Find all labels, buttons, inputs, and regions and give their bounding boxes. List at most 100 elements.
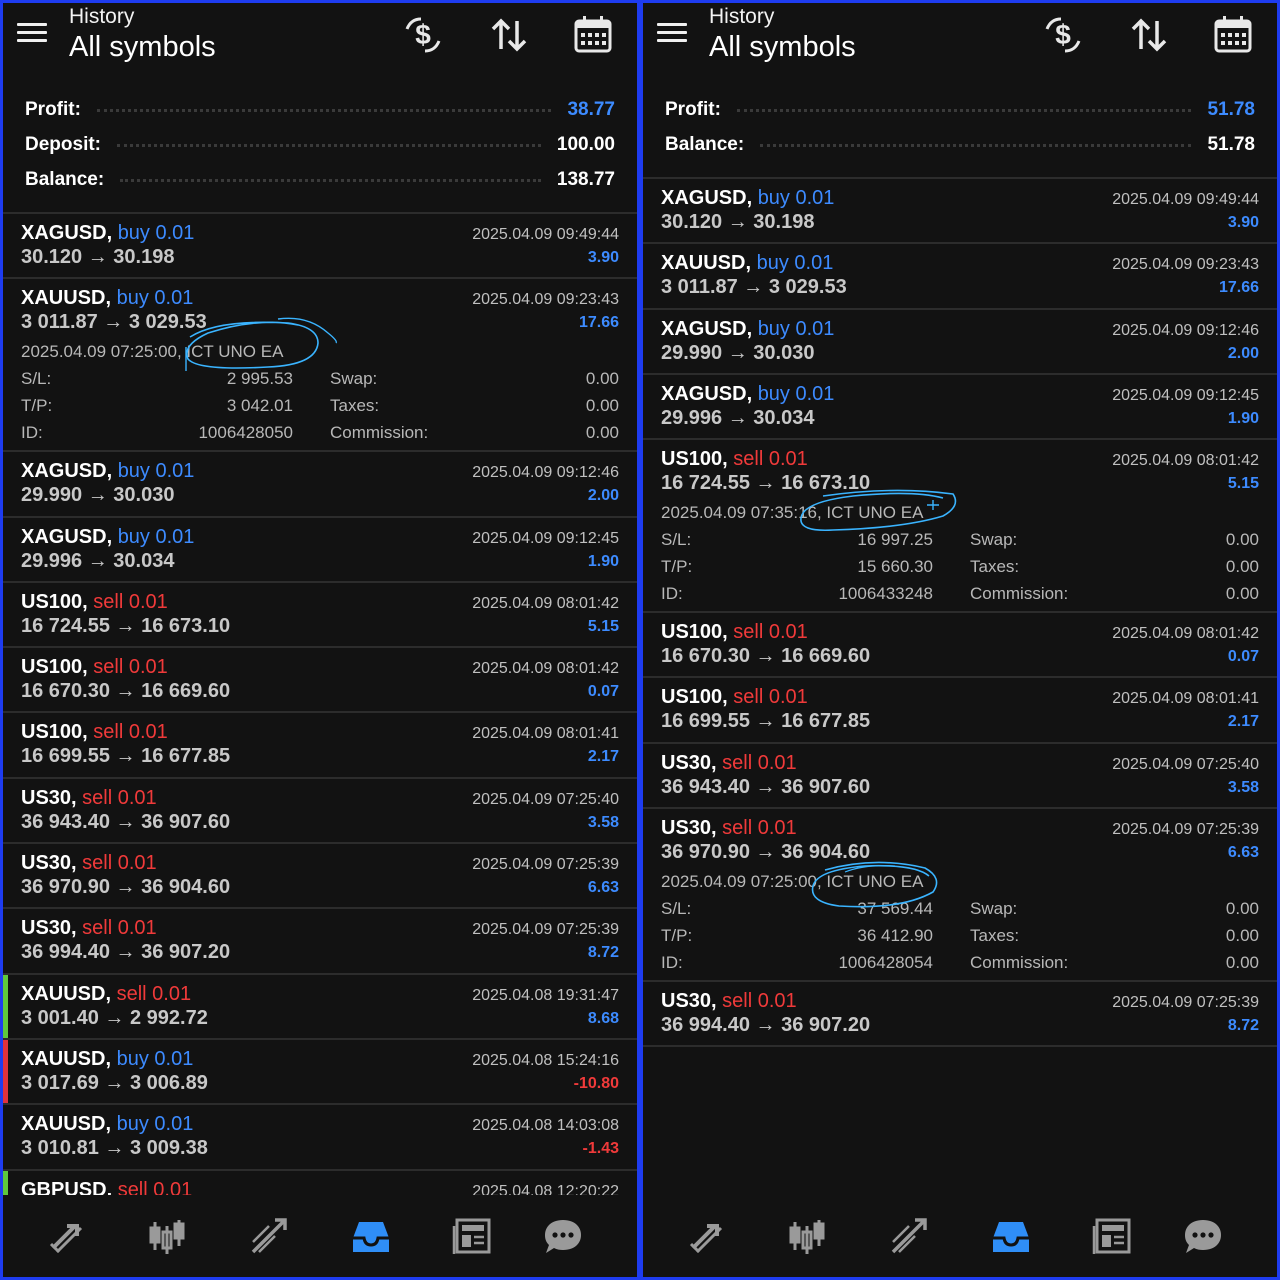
- trade-row[interactable]: US30, sell 0.01 36 994.40 → 36 907.20 2025…: [3, 909, 637, 975]
- history-icon[interactable]: [989, 1214, 1033, 1258]
- page-title[interactable]: All symbols: [709, 31, 856, 64]
- trade-symbol: XAGUSD,: [661, 317, 753, 340]
- menu-icon[interactable]: [17, 19, 53, 51]
- trade-row[interactable]: US30, sell 0.01 36 970.90 → 36 904.60 2025…: [643, 809, 1277, 983]
- trade-prices: 3 010.81 → 3 009.38: [21, 1137, 208, 1160]
- trade-row[interactable]: US100, sell 0.01 16 724.55 → 16 673.10 202…: [643, 440, 1277, 614]
- trade-profit: 2.00: [1227, 344, 1259, 362]
- page-title[interactable]: All symbols: [69, 31, 216, 64]
- trade-lots: 0.01: [768, 621, 808, 644]
- trade-symbol: US100,: [661, 448, 728, 471]
- trade-row[interactable]: XAGUSD, buy 0.01 30.120 → 30.198 2025.04.0…: [3, 214, 637, 280]
- trade-list: XAGUSD, buy 0.01 30.120 → 30.198 2025.04.0…: [3, 214, 637, 1236]
- trade-prices: 36 994.40 → 36 907.20: [21, 941, 231, 964]
- trade-symbol: US30,: [21, 852, 77, 875]
- trade-icon[interactable]: [247, 1214, 291, 1258]
- detail-value: 0.00: [1225, 926, 1259, 946]
- news-icon[interactable]: [451, 1214, 495, 1258]
- trade-row[interactable]: XAGUSD, buy 0.01 29.990 → 30.030 2025.04.0…: [643, 310, 1277, 375]
- chat-icon[interactable]: [1181, 1214, 1225, 1258]
- trade-row[interactable]: XAUUSD, buy 0.01 3 011.87 → 3 029.53 2025.…: [3, 279, 637, 453]
- trade-side: buy: [756, 252, 789, 275]
- trade-row[interactable]: US30, sell 0.01 36 970.90 → 36 904.60 2025…: [3, 844, 637, 910]
- trade-detail-row: ID: 1006428054 Commission: 0.00: [661, 953, 1259, 975]
- trade-row[interactable]: US100, sell 0.01 16 724.55 → 16 673.10 202…: [3, 583, 637, 649]
- trade-row[interactable]: XAUUSD, buy 0.01 3 010.81 → 3 009.38 2025.…: [3, 1105, 637, 1171]
- news-icon[interactable]: [1091, 1214, 1135, 1258]
- summary-value: 51.78: [1207, 98, 1255, 120]
- trade-prices: 36 970.90 → 36 904.60: [661, 841, 871, 864]
- quotes-icon[interactable]: [45, 1214, 89, 1258]
- trade-row[interactable]: XAUUSD, buy 0.01 3 017.69 → 3 006.89 2025.…: [3, 1039, 637, 1106]
- trade-detail-row: ID: 1006433248 Commission: 0.00: [661, 584, 1259, 606]
- trade-row[interactable]: XAGUSD, buy 0.01 30.120 → 30.198 2025.04.0…: [643, 179, 1277, 245]
- trade-prices: 36 943.40 → 36 907.60: [661, 775, 871, 798]
- history-icon[interactable]: [349, 1214, 393, 1258]
- dotted-leader: [96, 109, 552, 112]
- trade-row[interactable]: XAUUSD, sell 0.01 3 001.40 → 2 992.72 2025…: [3, 974, 637, 1040]
- account-summary: Profit: 38.77 Deposit: 100.00 Balance: 1…: [3, 92, 637, 197]
- trade-prices: 16 724.55 → 16 673.10: [661, 472, 871, 495]
- trade-row[interactable]: XAGUSD, buy 0.01 29.996 → 30.034 2025.04.0…: [643, 375, 1277, 441]
- trade-side: sell: [722, 817, 753, 840]
- trade-profit: 6.63: [587, 879, 619, 897]
- trade-row[interactable]: US30, sell 0.01 36 943.40 → 36 907.60 2025…: [3, 779, 637, 845]
- currency-exchange-icon[interactable]: $: [401, 13, 445, 57]
- sort-icon[interactable]: [1127, 13, 1171, 57]
- trade-profit: 3.90: [587, 249, 619, 266]
- trade-detail-row: T/P: 3 042.01 Taxes: 0.00: [21, 396, 619, 418]
- trade-title: XAGUSD, buy 0.01: [21, 526, 194, 549]
- trade-lots: 0.01: [794, 252, 834, 275]
- calendar-icon[interactable]: [1211, 13, 1255, 57]
- trade-profit: 3.58: [587, 813, 619, 831]
- sort-icon[interactable]: [487, 13, 531, 57]
- trade-prices: 3 011.87 → 3 029.53: [21, 311, 207, 334]
- trade-time: 2025.04.09 07:25:39: [1112, 821, 1259, 839]
- trade-profit: 1.90: [587, 552, 619, 570]
- trade-row[interactable]: US100, sell 0.01 16 670.30 → 16 669.60 202…: [3, 648, 637, 714]
- trade-time: 2025.04.09 09:12:45: [1112, 386, 1259, 404]
- trade-symbol: US100,: [661, 686, 728, 709]
- trade-row[interactable]: XAGUSD, buy 0.01 29.990 → 30.030 2025.04.0…: [3, 452, 637, 518]
- page-subtitle: History: [709, 5, 775, 28]
- menu-icon[interactable]: [657, 19, 693, 51]
- trade-lots: 0.01: [128, 721, 168, 744]
- trade-time: 2025.04.08 19:31:47: [472, 986, 619, 1004]
- trade-symbol: XAUUSD,: [21, 287, 112, 310]
- trade-time: 2025.04.08 15:24:16: [472, 1051, 619, 1069]
- trade-symbol: US30,: [661, 817, 717, 840]
- trade-lots: 0.01: [795, 187, 835, 209]
- calendar-icon[interactable]: [571, 13, 615, 57]
- trade-title: US30, sell 0.01: [21, 917, 157, 940]
- chart-icon[interactable]: [145, 1214, 189, 1258]
- trade-row[interactable]: US30, sell 0.01 36 994.40 → 36 907.20 2025…: [643, 982, 1277, 1048]
- trade-row[interactable]: US100, sell 0.01 16 699.55 → 16 677.85 202…: [643, 678, 1277, 744]
- trade-row[interactable]: US100, sell 0.01 16 670.30 → 16 669.60 202…: [643, 613, 1277, 679]
- trade-icon[interactable]: [887, 1214, 931, 1258]
- summary-profit: Profit: 51.78: [643, 92, 1277, 127]
- detail-label: Taxes:: [330, 396, 380, 416]
- trade-profit: 2.00: [587, 487, 619, 505]
- trade-row[interactable]: XAUUSD, buy 0.01 3 011.87 → 3 029.53 2025.…: [643, 244, 1277, 310]
- detail-value: 0.00: [585, 423, 619, 443]
- trade-row[interactable]: XAGUSD, buy 0.01 29.996 → 30.034 2025.04.0…: [3, 518, 637, 583]
- trade-time: 2025.04.09 09:12:46: [1112, 321, 1259, 339]
- trade-side: buy: [116, 287, 149, 310]
- currency-exchange-icon[interactable]: $: [1041, 13, 1085, 57]
- trade-time: 2025.04.09 08:01:42: [1112, 625, 1259, 643]
- chart-icon[interactable]: [785, 1214, 829, 1258]
- trade-row[interactable]: US30, sell 0.01 36 943.40 → 36 907.60 2025…: [643, 744, 1277, 810]
- trade-time: 2025.04.09 07:25:40: [472, 790, 619, 808]
- quotes-icon[interactable]: [685, 1214, 729, 1258]
- trade-profit: 2.17: [587, 748, 619, 766]
- detail-label: Swap:: [970, 530, 1018, 550]
- trade-side: sell: [93, 656, 124, 679]
- trade-title: XAGUSD, buy 0.01: [661, 187, 834, 210]
- chat-icon[interactable]: [541, 1214, 585, 1258]
- trade-symbol: US30,: [21, 786, 77, 809]
- detail-value: 37 569.44: [857, 899, 933, 919]
- trade-row[interactable]: US100, sell 0.01 16 699.55 → 16 677.85 202…: [3, 713, 637, 779]
- trade-title: US100, sell 0.01: [661, 686, 808, 709]
- trade-lots: 0.01: [117, 852, 157, 875]
- trade-title: US100, sell 0.01: [661, 621, 808, 644]
